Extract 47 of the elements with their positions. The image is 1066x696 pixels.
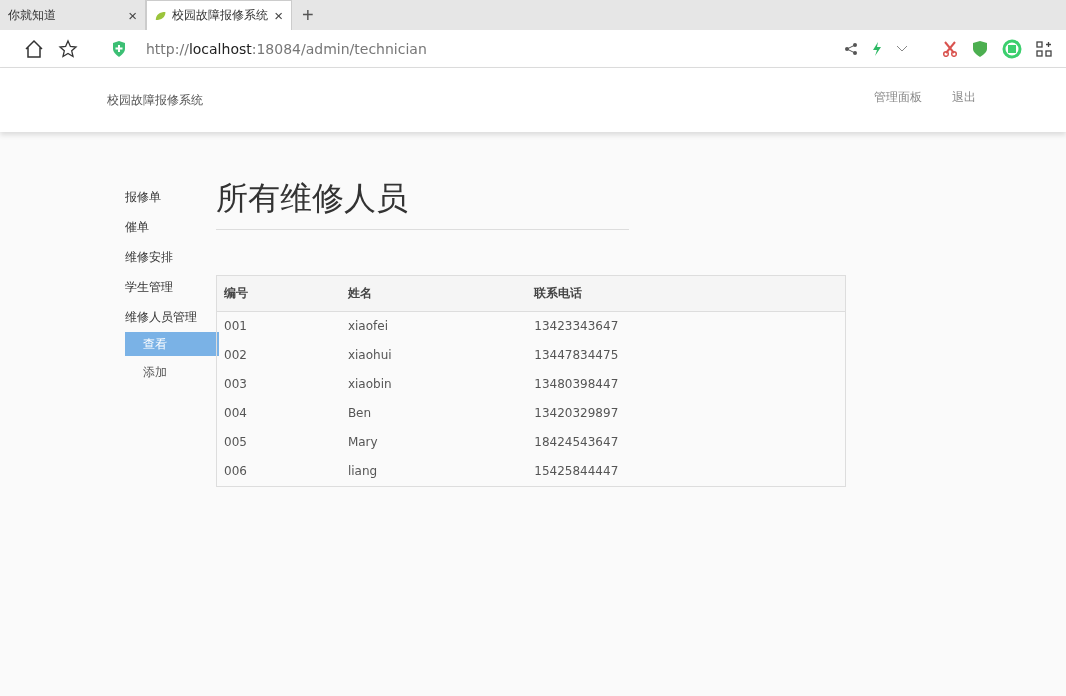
table-cell: xiaofei (340, 311, 528, 341)
table-cell: 13423343647 (527, 311, 846, 341)
table-cell: 004 (216, 399, 341, 428)
nav-link[interactable]: 管理面板 (874, 88, 922, 106)
star-icon[interactable] (58, 38, 78, 59)
shield-icon[interactable] (972, 39, 988, 58)
table-cell: 15425844447 (527, 457, 846, 487)
share-icon[interactable] (844, 41, 858, 56)
circle-icon[interactable] (1002, 38, 1022, 59)
table-cell: 003 (216, 370, 341, 399)
home-icon[interactable] (24, 38, 44, 59)
table-cell: 002 (216, 341, 341, 370)
sidebar-item[interactable]: 维修人员管理 (125, 302, 216, 332)
table-cell: 18424543647 (527, 428, 846, 457)
table-cell: 006 (216, 457, 341, 487)
table-cell-text: Mary (346, 434, 379, 451)
site-brand[interactable]: 校园故障报修系统 (107, 91, 203, 109)
chevron-down-icon[interactable] (896, 44, 908, 53)
scissors-icon[interactable] (942, 40, 958, 57)
sidebar-item[interactable]: 学生管理 (125, 272, 216, 302)
column-header: 联系电话 (527, 275, 846, 312)
table-cell: 13420329897 (527, 399, 846, 428)
table-cell: 13480398447 (527, 370, 846, 399)
sidebar-item[interactable]: 维修安排 (125, 242, 216, 272)
shield-icon (112, 40, 126, 57)
address-url[interactable]: http://localhost:18084/admin/technician (146, 40, 427, 57)
sidebar-item[interactable]: 催单 (125, 212, 216, 242)
new-tab-button[interactable]: + (292, 0, 324, 30)
close-tab-button[interactable]: × (128, 6, 137, 24)
close-tab-button[interactable]: × (274, 7, 283, 24)
browser-tab[interactable]: 校园故障报修系统 × (146, 0, 292, 30)
table-cell: 13447834475 (527, 341, 846, 370)
table-cell-text: xiaohui (346, 347, 393, 364)
table-cell: 001 (216, 311, 341, 341)
sidebar-subitem[interactable]: 添加 (125, 360, 219, 384)
apps-icon[interactable] (1036, 40, 1052, 57)
table-cell-text: xiaobin (346, 376, 393, 393)
leaf-icon (155, 9, 167, 22)
nav-link[interactable]: 退出 (952, 88, 976, 106)
lightning-icon[interactable] (872, 41, 882, 56)
sidebar-item[interactable]: 报修单 (125, 182, 216, 212)
table-cell: liang (340, 457, 528, 487)
column-header: 编号 (216, 275, 341, 312)
table-cell-text: Ben (346, 405, 373, 422)
table-cell: 005 (216, 428, 341, 457)
column-header: 姓名 (340, 275, 528, 312)
page-title: 所有维修人员 (216, 177, 629, 230)
